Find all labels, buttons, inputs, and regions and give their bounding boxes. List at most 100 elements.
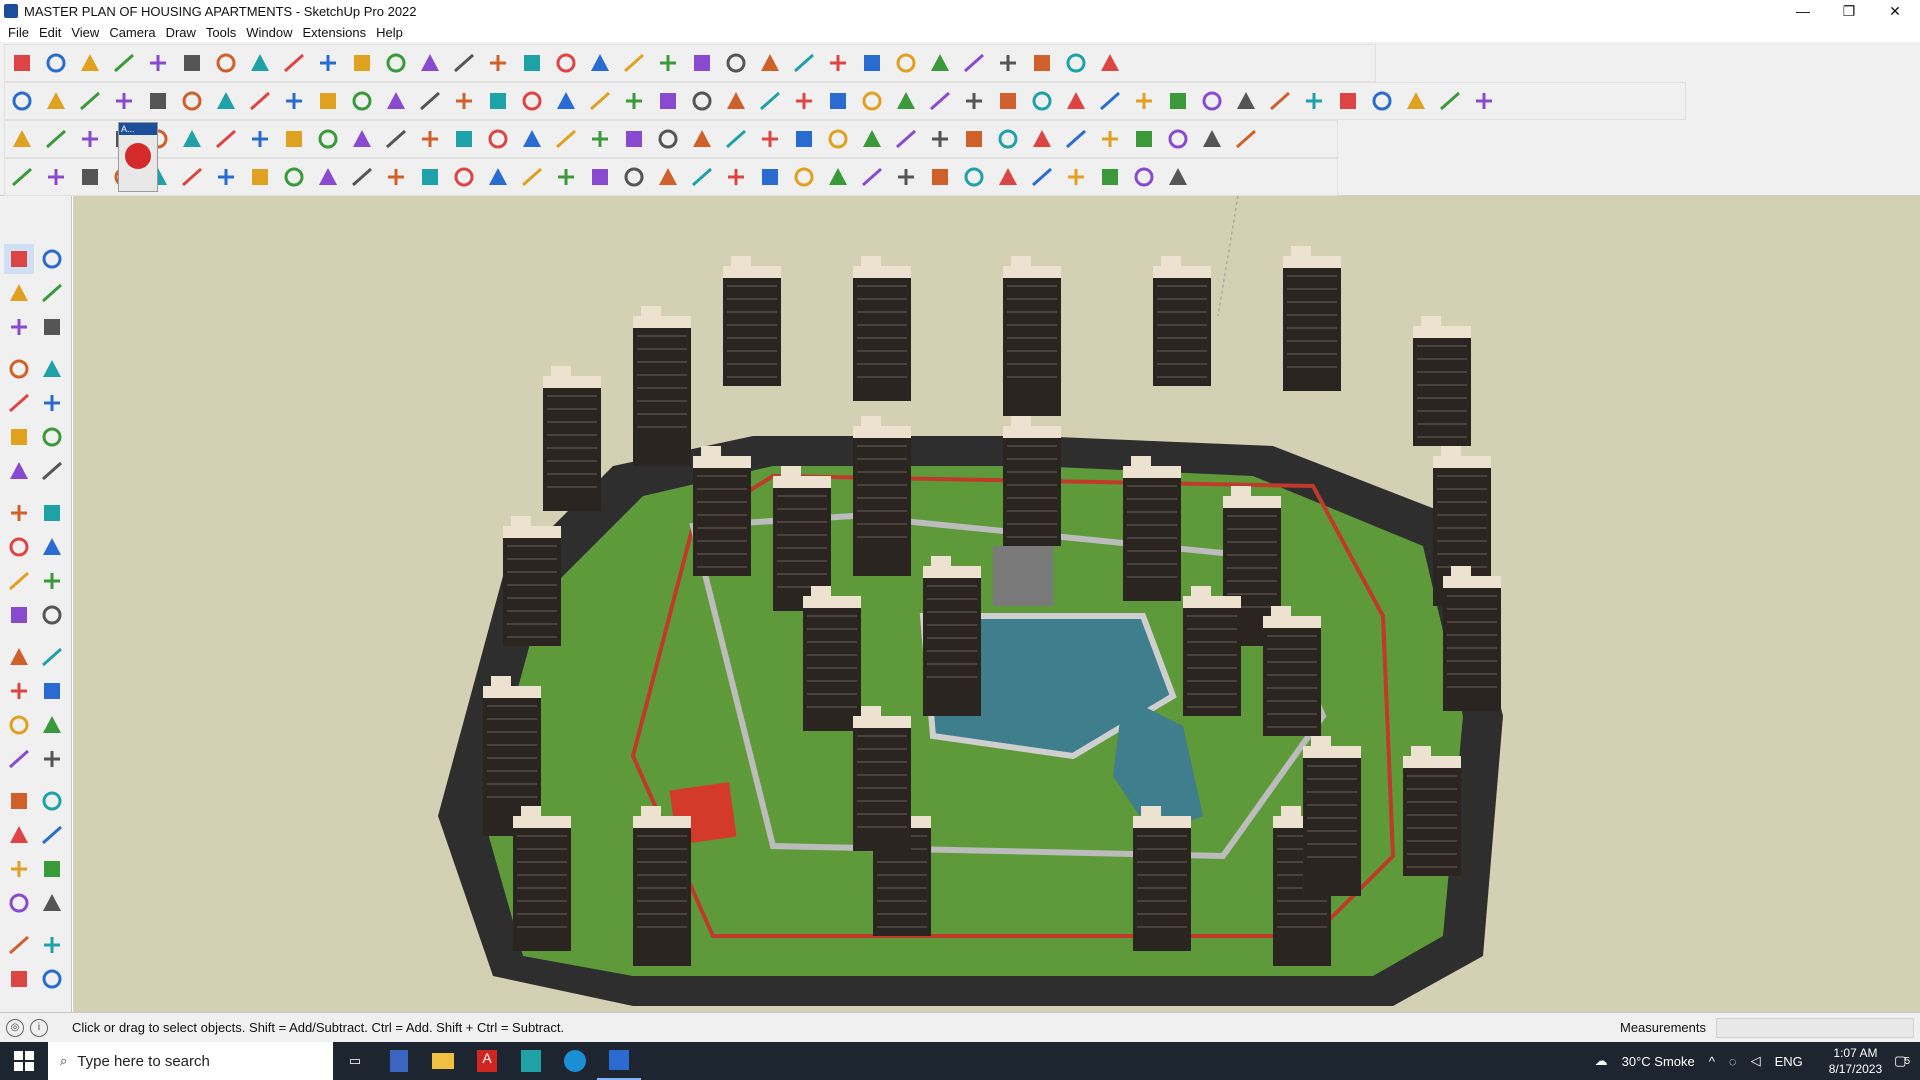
cone-b-tool-icon[interactable] — [551, 124, 581, 154]
acrobat-icon[interactable]: A — [465, 1042, 509, 1080]
bars-d-tool-icon[interactable] — [619, 162, 649, 192]
tape-tool-icon[interactable] — [789, 86, 819, 116]
weld-tool-icon[interactable] — [993, 48, 1023, 78]
dots-tool-icon[interactable] — [1163, 124, 1193, 154]
components-tool-icon[interactable] — [687, 48, 717, 78]
bars-p-tool-icon[interactable] — [1027, 162, 1057, 192]
cone-tool-icon[interactable] — [517, 124, 547, 154]
round-i-tool-icon[interactable] — [1129, 86, 1159, 116]
tape-measure-tool-icon[interactable] — [381, 48, 411, 78]
pan-tool-icon[interactable] — [517, 48, 547, 78]
bars-k-tool-icon[interactable] — [857, 162, 887, 192]
eraser-tool-icon[interactable] — [75, 48, 105, 78]
zoom-extents-tool-icon[interactable] — [585, 48, 615, 78]
bars-q-tool-icon[interactable] — [1061, 162, 1091, 192]
eraser-b-tool-icon[interactable] — [1231, 86, 1261, 116]
house-a-tool-icon[interactable] — [551, 86, 581, 116]
loop-a-tool-icon[interactable] — [619, 124, 649, 154]
components-icon[interactable] — [4, 312, 34, 342]
grid-a-tool-icon[interactable] — [1061, 124, 1091, 154]
undo-tool-icon[interactable] — [1027, 48, 1057, 78]
bars-t-tool-icon[interactable] — [1163, 162, 1193, 192]
section-tool-icon[interactable] — [721, 48, 751, 78]
move-tool-icon[interactable] — [279, 48, 309, 78]
warehouse-tool-icon[interactable] — [619, 48, 649, 78]
section-plane-icon[interactable] — [38, 888, 68, 918]
house-c-tool-icon[interactable] — [619, 86, 649, 116]
file-explorer-icon[interactable] — [421, 1042, 465, 1080]
clock[interactable]: 1:07 AM 8/17/2023 — [1829, 1045, 1882, 1077]
bars-r-tool-icon[interactable] — [1095, 162, 1125, 192]
pencil-tool-icon[interactable] — [823, 86, 853, 116]
bars-b-tool-icon[interactable] — [551, 162, 581, 192]
task-view-icon[interactable]: ▭ — [333, 1042, 377, 1080]
bars-h-tool-icon[interactable] — [755, 162, 785, 192]
model-viewport[interactable] — [73, 196, 1920, 1012]
sandbox-tool-icon[interactable] — [891, 48, 921, 78]
shade-tool-icon[interactable] — [41, 86, 71, 116]
chain-tool-icon[interactable] — [313, 124, 343, 154]
plane-a-tool-icon[interactable] — [381, 86, 411, 116]
rectangle-icon[interactable] — [4, 388, 34, 418]
grid-c-tool-icon[interactable] — [1129, 124, 1159, 154]
rotate-c-tool-icon[interactable] — [245, 162, 275, 192]
polygon-icon[interactable] — [38, 422, 68, 452]
intersect-tool-icon[interactable] — [959, 48, 989, 78]
solid-a-tool-icon[interactable] — [7, 124, 37, 154]
position-camera-icon[interactable] — [4, 888, 34, 918]
orbit-icon[interactable] — [38, 244, 68, 274]
extrude-f-tool-icon[interactable] — [313, 86, 343, 116]
bars-g-tool-icon[interactable] — [721, 162, 751, 192]
push-pull-icon[interactable] — [38, 532, 68, 562]
extrude-e-tool-icon[interactable] — [279, 86, 309, 116]
shape-b-tool-icon[interactable] — [1299, 86, 1329, 116]
pattern-a-tool-icon[interactable] — [993, 124, 1023, 154]
box-a-tool-icon[interactable] — [279, 124, 309, 154]
follow-me-tool-icon[interactable] — [245, 48, 275, 78]
bars-n-tool-icon[interactable] — [959, 162, 989, 192]
bars-s-tool-icon[interactable] — [1129, 162, 1159, 192]
look-around-icon[interactable] — [38, 854, 68, 884]
calculator-app-icon[interactable] — [377, 1042, 421, 1080]
select-icon[interactable] — [4, 244, 34, 274]
geo-location-icon[interactable]: ◎ — [6, 1018, 24, 1037]
extension-warehouse-icon[interactable] — [38, 930, 68, 960]
protractor-icon[interactable] — [4, 676, 34, 706]
arc-tool-icon[interactable] — [143, 48, 173, 78]
tags-tool-icon[interactable] — [857, 48, 887, 78]
floating-toolbar[interactable]: A... — [118, 122, 158, 192]
measurements-input[interactable] — [1716, 1017, 1914, 1038]
bars-a-tool-icon[interactable] — [517, 162, 547, 192]
circle-icon[interactable] — [4, 422, 34, 452]
round-e-tool-icon[interactable] — [993, 86, 1023, 116]
volume-icon[interactable]: ◁ — [1751, 1053, 1761, 1069]
paint-icon[interactable] — [4, 278, 34, 308]
tape-measure-icon[interactable] — [4, 642, 34, 672]
fe-tool-tool-icon[interactable] — [755, 86, 785, 116]
box-tool-icon[interactable] — [7, 86, 37, 116]
loop-b-tool-icon[interactable] — [653, 124, 683, 154]
rotate-tool-icon[interactable] — [313, 48, 343, 78]
minimize-button[interactable]: — — [1780, 0, 1826, 22]
bezier-tool-icon[interactable] — [1197, 86, 1227, 116]
fillet-b-tool-icon[interactable] — [313, 162, 343, 192]
select-tool-icon[interactable] — [41, 48, 71, 78]
extrude-b-tool-icon[interactable] — [177, 86, 207, 116]
3ds-max-icon[interactable] — [509, 1042, 553, 1080]
user-tool-icon[interactable] — [755, 48, 785, 78]
rotate-icon[interactable] — [4, 566, 34, 596]
show-hidden-icons-chevron-icon[interactable]: ^ — [1709, 1054, 1715, 1069]
solid-tool-icon[interactable] — [75, 86, 105, 116]
push-tool-icon[interactable] — [109, 86, 139, 116]
network-icon[interactable]: ◌ — [1729, 1054, 1737, 1069]
frame-b-tool-icon[interactable] — [245, 124, 275, 154]
curve-tool-icon[interactable] — [347, 86, 377, 116]
path-b-tool-icon[interactable] — [41, 162, 71, 192]
cube-b-tool-icon[interactable] — [857, 124, 887, 154]
node-tool-icon[interactable] — [1231, 124, 1261, 154]
frame-a-tool-icon[interactable] — [211, 124, 241, 154]
plane-c-tool-icon[interactable] — [449, 86, 479, 116]
edge-browser-icon[interactable] — [553, 1042, 597, 1080]
text-icon[interactable] — [38, 676, 68, 706]
cube-a-tool-icon[interactable] — [755, 124, 785, 154]
